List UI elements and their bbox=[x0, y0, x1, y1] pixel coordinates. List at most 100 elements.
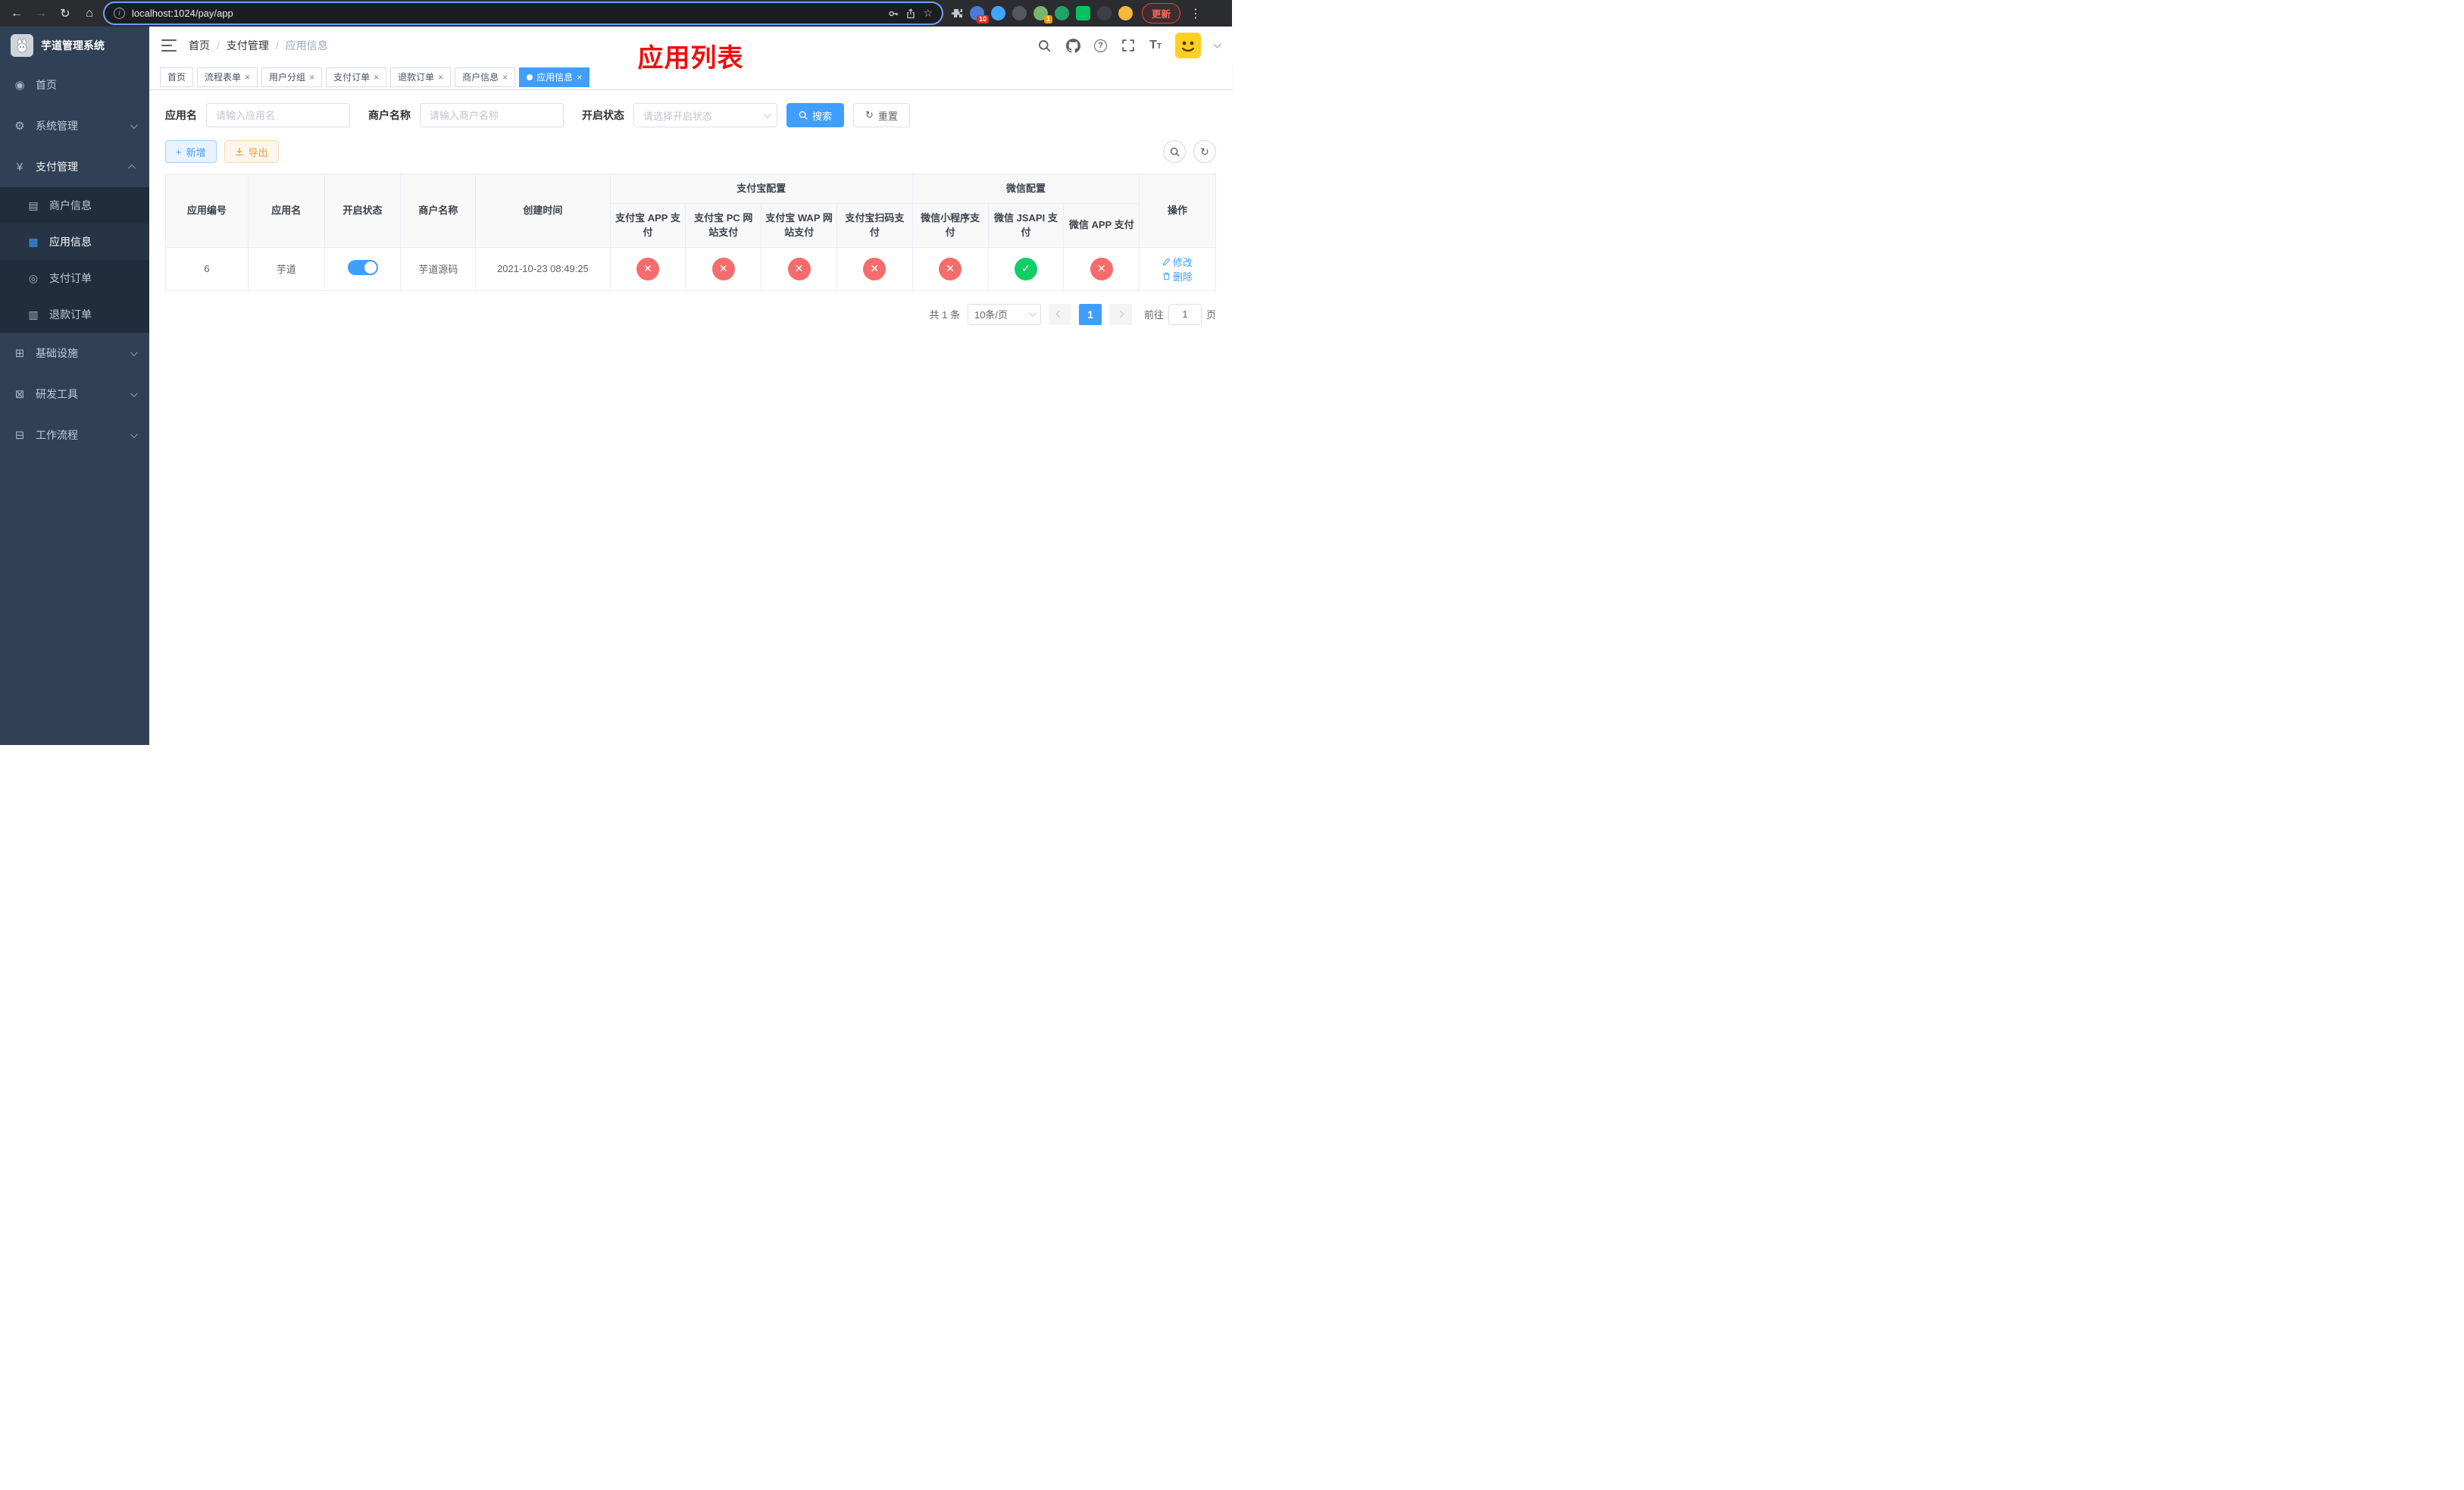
delete-link[interactable]: 删除 bbox=[1162, 269, 1193, 283]
tab-label: 商户信息 bbox=[462, 72, 499, 83]
merchant-card-icon: ▤ bbox=[28, 199, 39, 211]
tab-refund-orders[interactable]: 退款订单 × bbox=[390, 67, 452, 87]
key-icon[interactable] bbox=[888, 8, 899, 19]
col-alipay-qr: 支付宝扫码支付 bbox=[836, 202, 913, 248]
home-icon[interactable]: ⌂ bbox=[80, 5, 98, 23]
next-page-button[interactable] bbox=[1108, 303, 1132, 325]
github-icon[interactable] bbox=[1065, 38, 1080, 53]
sidebar-item-pay-orders[interactable]: ◎ 支付订单 bbox=[0, 260, 149, 296]
extension-icon-2[interactable] bbox=[991, 6, 1005, 20]
tab-user-group[interactable]: 用户分组 × bbox=[261, 67, 323, 87]
reload-icon[interactable]: ↻ bbox=[56, 5, 74, 23]
add-button[interactable]: + 新增 bbox=[165, 140, 217, 163]
refresh-table-button[interactable]: ↻ bbox=[1193, 140, 1216, 163]
export-button[interactable]: 导出 bbox=[224, 140, 279, 163]
sidebar-item-refund-orders[interactable]: ▥ 退款订单 bbox=[0, 296, 149, 333]
merchant-name-input[interactable] bbox=[420, 103, 564, 127]
toggle-search-button[interactable] bbox=[1163, 140, 1186, 163]
site-info-icon[interactable]: i bbox=[114, 8, 125, 19]
status-select[interactable]: 请选择开启状态 bbox=[633, 103, 777, 127]
chevron-down-icon bbox=[130, 389, 138, 397]
fullscreen-icon[interactable] bbox=[1121, 38, 1136, 53]
close-tab-icon[interactable]: × bbox=[374, 73, 379, 82]
tab-process-form[interactable]: 流程表单 × bbox=[197, 67, 258, 87]
close-tab-icon[interactable]: × bbox=[309, 73, 314, 82]
sidebar-item-dev-tools[interactable]: ⊠ 研发工具 bbox=[0, 374, 149, 415]
extension-icon-7[interactable] bbox=[1097, 6, 1112, 20]
sidebar-item-merchant-info[interactable]: ▤ 商户信息 bbox=[0, 187, 149, 224]
merchant-name-label: 商户名称 bbox=[368, 109, 411, 121]
search-icon[interactable] bbox=[1037, 38, 1052, 53]
search-button[interactable]: 搜索 bbox=[786, 103, 845, 127]
page-size-select[interactable]: 10条/页 bbox=[967, 303, 1041, 325]
sidebar-collapse-icon[interactable] bbox=[161, 39, 177, 52]
app-name-input[interactable] bbox=[206, 103, 350, 127]
tab-merchant-info[interactable]: 商户信息 × bbox=[455, 67, 516, 87]
tab-pay-orders[interactable]: 支付订单 × bbox=[326, 67, 387, 87]
avatar-caret-icon[interactable] bbox=[1213, 40, 1221, 49]
close-tab-icon[interactable]: × bbox=[502, 73, 508, 82]
sidebar-item-system[interactable]: ⚙ 系统管理 bbox=[0, 105, 149, 146]
sidebar-item-home[interactable]: ◉ 首页 bbox=[0, 64, 149, 105]
extension-badge: 10 bbox=[976, 15, 989, 23]
close-tab-icon[interactable]: × bbox=[438, 73, 443, 82]
extension-icon-5[interactable] bbox=[1055, 6, 1069, 20]
bookmark-star-icon[interactable]: ☆ bbox=[923, 7, 933, 20]
cell-alipay-app: ✕ bbox=[609, 246, 686, 291]
cell-wechat-lite: ✕ bbox=[911, 246, 989, 291]
chevron-down-icon bbox=[130, 430, 138, 438]
sidebar-item-label: 系统管理 bbox=[36, 120, 78, 132]
close-tab-icon[interactable]: × bbox=[577, 73, 582, 82]
sidebar-item-payment[interactable]: ¥ 支付管理 bbox=[0, 146, 149, 187]
sidebar-item-infrastructure[interactable]: ⊞ 基础设施 bbox=[0, 333, 149, 374]
disabled-cross-icon: ✕ bbox=[939, 257, 962, 280]
extensions-puzzle-icon[interactable] bbox=[951, 8, 963, 20]
plus-icon: + bbox=[176, 146, 182, 158]
share-icon[interactable] bbox=[905, 8, 916, 19]
breadcrumb-payment[interactable]: 支付管理 bbox=[227, 38, 269, 53]
tab-app-info[interactable]: 应用信息 × bbox=[519, 67, 590, 87]
disabled-cross-icon: ✕ bbox=[711, 257, 735, 280]
forward-icon[interactable]: → bbox=[32, 5, 50, 23]
extension-icon-4[interactable]: 1 bbox=[1033, 6, 1052, 23]
extension-icon-6[interactable] bbox=[1076, 6, 1090, 20]
address-bar[interactable]: i localhost:1024/pay/app ☆ bbox=[105, 3, 942, 23]
breadcrumb-home[interactable]: 首页 bbox=[189, 38, 210, 53]
chrome-update-button[interactable]: 更新 bbox=[1142, 3, 1181, 23]
disabled-cross-icon: ✕ bbox=[787, 257, 811, 280]
extension-icon-8[interactable] bbox=[1118, 6, 1133, 20]
app-title: 芋道管理系统 bbox=[41, 39, 105, 52]
back-icon[interactable]: ← bbox=[8, 5, 26, 23]
reset-button[interactable]: ↻ 重置 bbox=[853, 103, 910, 127]
chevron-down-icon bbox=[130, 348, 138, 356]
page-title: 应用列表 bbox=[637, 44, 744, 73]
edit-link[interactable]: 修改 bbox=[1162, 255, 1193, 269]
extensions-area: 10 1 bbox=[948, 6, 1136, 23]
app-name-label: 应用名 bbox=[165, 109, 197, 121]
extension-icon-3[interactable] bbox=[1012, 6, 1027, 20]
disabled-cross-icon: ✕ bbox=[636, 257, 660, 280]
sidebar-item-workflow[interactable]: ⊟ 工作流程 bbox=[0, 415, 149, 455]
goto-page-input[interactable] bbox=[1168, 303, 1202, 325]
cell-status bbox=[324, 246, 402, 291]
monitor-icon: ⊞ bbox=[14, 347, 25, 360]
prev-page-button[interactable] bbox=[1048, 303, 1071, 325]
app-logo-row[interactable]: 芋道管理系统 bbox=[0, 27, 149, 64]
status-toggle-on[interactable] bbox=[347, 260, 378, 275]
document-icon: ▥ bbox=[28, 308, 39, 321]
user-avatar[interactable] bbox=[1175, 33, 1201, 58]
browser-menu-kebab-icon[interactable]: ⋮ bbox=[1187, 5, 1205, 23]
tab-home[interactable]: 首页 bbox=[160, 67, 194, 87]
help-icon[interactable]: ? bbox=[1094, 39, 1108, 52]
cell-created: 2021-10-23 08:49:25 bbox=[475, 246, 611, 291]
grid-icon: ▦ bbox=[28, 235, 39, 248]
col-app-id: 应用编号 bbox=[165, 174, 249, 248]
extension-icon-1[interactable]: 10 bbox=[970, 6, 989, 23]
search-form: 应用名 商户名称 开启状态 请选择开启状态 搜索 ↻ 重置 bbox=[165, 103, 1216, 127]
col-merchant: 商户名称 bbox=[400, 174, 477, 248]
font-size-icon[interactable]: TT bbox=[1149, 39, 1162, 52]
close-tab-icon[interactable]: × bbox=[245, 73, 250, 82]
page-number-button[interactable]: 1 bbox=[1078, 303, 1102, 325]
sidebar-item-app-info[interactable]: ▦ 应用信息 bbox=[0, 224, 149, 260]
cell-alipay-qr: ✕ bbox=[836, 246, 913, 291]
